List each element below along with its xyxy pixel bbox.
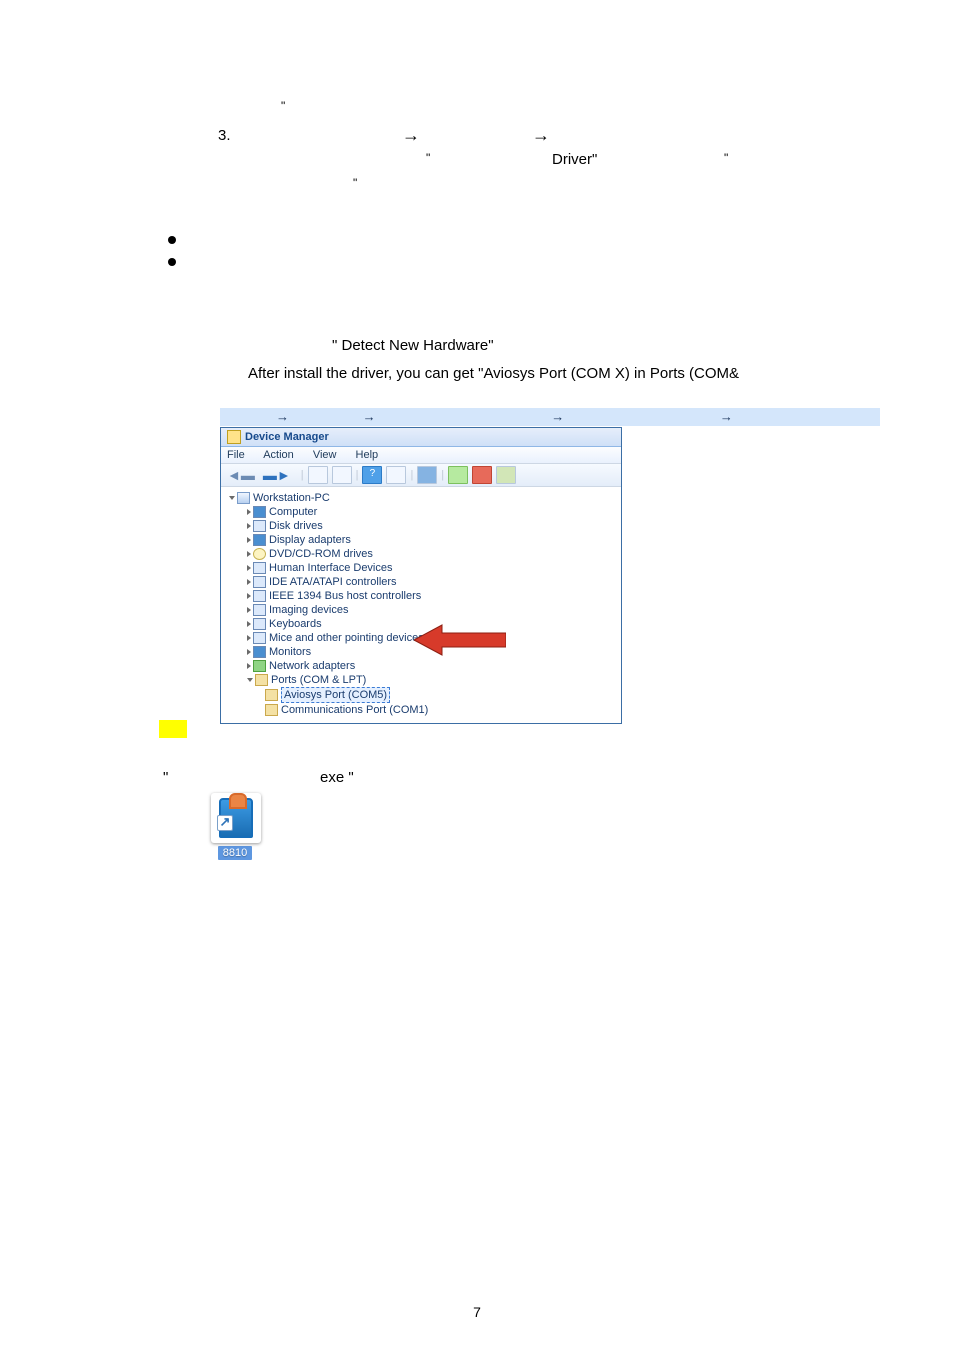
tree-display-adapters[interactable]: Display adapters xyxy=(247,533,617,547)
tb-pc-icon[interactable] xyxy=(332,466,352,484)
bullet-1 xyxy=(168,236,176,244)
arrow-2: → xyxy=(532,122,550,149)
arrow-1: → xyxy=(402,122,420,149)
window-title-bar: Device Manager xyxy=(221,428,621,447)
exe-label: exe " xyxy=(320,767,354,790)
step-3-number: 3. xyxy=(218,125,231,148)
app-icon-8810[interactable]: ↗ 8810 xyxy=(206,793,266,871)
device-tree: Workstation-PC Computer Disk drives Disp… xyxy=(221,487,621,723)
menu-bar: File Action View Help xyxy=(221,447,621,464)
driver-word: Driver" xyxy=(552,149,597,172)
tree-dvd-cd[interactable]: DVD/CD-ROM drives xyxy=(247,547,617,561)
tree-hid[interactable]: Human Interface Devices xyxy=(247,561,617,575)
tree-ieee1394[interactable]: IEEE 1394 Bus host controllers xyxy=(247,589,617,603)
menu-action[interactable]: Action xyxy=(263,449,294,461)
highlight-marker xyxy=(159,720,187,746)
window-title: Device Manager xyxy=(245,431,329,443)
detect-new-hardware: " Detect New Hardware" xyxy=(332,335,494,358)
breadcrumb-row: → → → → xyxy=(220,408,880,426)
toolbar: ◄▬ ▬► | | ? | | xyxy=(221,464,621,487)
stray-quote-4: " xyxy=(353,174,357,192)
tree-ports[interactable]: Ports (COM & LPT) xyxy=(247,673,617,687)
forward-icon[interactable]: ▬► xyxy=(263,467,291,483)
tb-update-icon[interactable] xyxy=(496,466,516,484)
menu-view[interactable]: View xyxy=(313,449,337,461)
menu-help[interactable]: Help xyxy=(356,449,379,461)
tree-computer[interactable]: Computer xyxy=(247,505,617,519)
tb-props-icon[interactable] xyxy=(386,466,406,484)
breadcrumb-arrow-3: → xyxy=(551,408,564,426)
tb-help-icon[interactable]: ? xyxy=(362,466,382,484)
back-icon[interactable]: ◄▬ xyxy=(227,467,255,483)
tree-aviosys-port[interactable]: Aviosys Port (COM5) xyxy=(265,687,617,703)
open-quote: " xyxy=(163,767,168,790)
bullet-2 xyxy=(168,258,176,266)
device-manager-window: Device Manager File Action View Help ◄▬ … xyxy=(220,427,622,724)
breadcrumb-arrow-1: → xyxy=(276,408,289,426)
tree-root[interactable]: Workstation-PC xyxy=(229,491,617,505)
stray-quote-2: " xyxy=(426,149,430,167)
page-number: 7 xyxy=(0,1304,954,1320)
stray-quote-3: " xyxy=(724,149,728,167)
tb-disable-icon[interactable] xyxy=(472,466,492,484)
tree-imaging[interactable]: Imaging devices xyxy=(247,603,617,617)
after-install-line: After install the driver, you can get "A… xyxy=(248,363,739,386)
breadcrumb-arrow-4: → xyxy=(720,408,733,426)
tree-disk-drives[interactable]: Disk drives xyxy=(247,519,617,533)
tb-scan-icon[interactable] xyxy=(417,466,437,484)
callout-arrow-icon xyxy=(414,623,506,657)
tb-enable-icon[interactable] xyxy=(448,466,468,484)
breadcrumb-arrow-2: → xyxy=(363,408,376,426)
stray-quote-1: " xyxy=(281,97,285,115)
tree-com1[interactable]: Communications Port (COM1) xyxy=(265,703,617,717)
tb-tree-icon[interactable] xyxy=(308,466,328,484)
window-icon xyxy=(227,430,241,444)
tree-ide[interactable]: IDE ATA/ATAPI controllers xyxy=(247,575,617,589)
app-icon-caption: 8810 xyxy=(218,846,252,860)
menu-file[interactable]: File xyxy=(227,449,245,461)
shortcut-overlay-icon: ↗ xyxy=(217,815,233,831)
tree-network[interactable]: Network adapters xyxy=(247,659,617,673)
